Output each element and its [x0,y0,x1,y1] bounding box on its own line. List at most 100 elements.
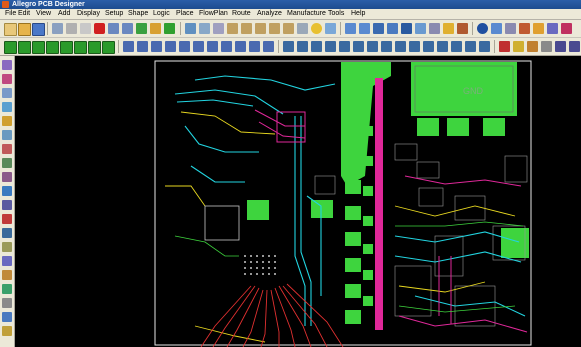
scribble-icon[interactable] [263,41,274,52]
select-vertical-icon[interactable] [2,312,12,322]
highlight-icon[interactable] [311,23,322,34]
shape-fill-icon[interactable] [74,41,87,54]
shape-select-icon[interactable] [60,41,73,54]
edit-icon[interactable] [2,326,12,336]
breakout-icon[interactable] [367,41,378,52]
help-icon[interactable] [561,23,572,34]
measure-icon[interactable] [491,23,502,34]
menu-file[interactable]: File [4,9,17,19]
vertex-icon[interactable] [179,41,190,52]
menu-edit[interactable]: Edit [17,9,31,19]
ratsnest-icon[interactable] [415,23,426,34]
pad-icon[interactable] [555,41,566,52]
pcb-layout-drawing[interactable]: GND [15,56,581,347]
shape-params-icon[interactable] [88,41,101,54]
assign-color-icon[interactable] [429,23,440,34]
zoom-out-icon[interactable] [241,23,252,34]
delete-icon[interactable] [94,23,105,34]
gloss-icon[interactable] [235,41,246,52]
spread-icon[interactable] [221,41,232,52]
plan-icon[interactable] [353,41,364,52]
zoom-fit-icon[interactable] [213,23,224,34]
phase-icon[interactable] [423,41,434,52]
curve-icon[interactable] [513,41,524,52]
arc-icon[interactable] [527,41,538,52]
delay-tune-icon[interactable] [151,41,162,52]
dehighlight-icon[interactable] [387,23,398,34]
line-icon[interactable] [2,130,12,140]
report-icon[interactable] [505,23,516,34]
element-icon[interactable] [2,158,12,168]
tune-icon[interactable] [381,41,392,52]
menu-logic[interactable]: Logic [152,9,171,19]
route-icon[interactable] [2,284,12,294]
pencil-icon[interactable] [2,116,12,126]
menu-manufacture[interactable]: Manufacture [286,9,327,19]
ruler-icon[interactable] [2,88,12,98]
menu-place[interactable]: Place [175,9,195,19]
split-icon[interactable] [339,41,350,52]
menu-shape[interactable]: Shape [127,9,149,19]
menu-route[interactable]: Route [231,9,252,19]
pcb-canvas[interactable]: GND [15,56,581,347]
show-element-icon[interactable] [457,23,468,34]
ic-footprint[interactable] [204,205,240,241]
unrats-icon[interactable] [443,23,454,34]
redraw-icon[interactable] [297,23,308,34]
waveform-icon[interactable] [499,41,510,52]
add-via-icon[interactable] [193,41,204,52]
hug-icon[interactable] [479,41,490,52]
stack-icon[interactable] [2,200,12,210]
flow-icon[interactable] [325,41,336,52]
menu-analyze[interactable]: Analyze [256,9,283,19]
menu-display[interactable]: Display [76,9,101,19]
snap-icon[interactable] [2,102,12,112]
menu-view[interactable]: View [35,9,52,19]
bundle-icon[interactable] [311,41,322,52]
menu-tools[interactable]: Tools [327,9,345,19]
drc-icon[interactable] [519,23,530,34]
more-icon[interactable] [569,41,580,52]
shape-merge-icon[interactable] [46,41,59,54]
trim-icon[interactable] [465,41,476,52]
shape-edit-icon[interactable] [18,41,31,54]
open-folder-icon[interactable] [18,23,31,36]
select-icon[interactable] [150,23,161,34]
script-icon[interactable] [547,23,558,34]
move-icon[interactable] [52,23,63,34]
menu-add[interactable]: Add [57,9,71,19]
zoom-world-icon[interactable] [269,23,280,34]
copy-icon[interactable] [66,23,77,34]
shadow-icon[interactable] [401,23,412,34]
shape-void-icon[interactable] [32,41,45,54]
bubble-icon[interactable] [249,41,260,52]
filter-icon[interactable] [2,256,12,266]
place-icon[interactable] [164,23,175,34]
group-icon[interactable] [283,41,294,52]
pin-swap-icon[interactable] [395,41,406,52]
cut-icon[interactable] [80,23,91,34]
menu-help[interactable]: Help [350,9,366,19]
via-array-icon[interactable] [409,41,420,52]
error-icon[interactable] [2,214,12,224]
timing-icon[interactable] [437,41,448,52]
redo-icon[interactable] [122,23,133,34]
net-icon[interactable] [2,74,12,84]
shape-icon[interactable] [2,298,12,308]
text-icon[interactable] [541,41,552,52]
window-icon[interactable] [199,23,210,34]
new-file-icon[interactable] [4,23,17,36]
menu-flowplan[interactable]: FlowPlan [198,9,229,19]
slide-icon[interactable] [137,41,148,52]
add-connect-icon[interactable] [123,41,134,52]
menu-setup[interactable]: Setup [104,9,124,19]
auto-route-icon[interactable] [451,41,462,52]
color-icon[interactable] [345,23,356,34]
lock-icon[interactable] [2,270,12,280]
undo-icon[interactable] [108,23,119,34]
status-icon[interactable] [533,23,544,34]
3d-view-icon[interactable] [325,23,336,34]
window-icon[interactable] [2,228,12,238]
custom-smooth-icon[interactable] [165,41,176,52]
zoom-points-icon[interactable] [283,23,294,34]
